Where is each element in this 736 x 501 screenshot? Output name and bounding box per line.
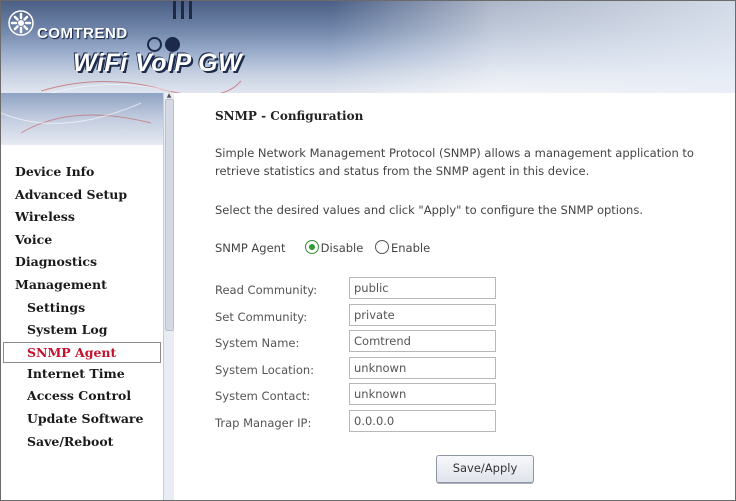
header-sky-graphic	[331, 1, 735, 93]
wave-graphic	[41, 80, 241, 93]
page-description: Simple Network Management Protocol (SNMP…	[215, 146, 694, 178]
disable-radio-label[interactable]: Disable	[321, 241, 364, 255]
system-contact-label: System Contact:	[215, 389, 311, 403]
router-admin-window: COMTREND WiFi VoIP GW Device Info Advanc…	[0, 0, 736, 501]
sidebar-item-system-log[interactable]: System Log	[1, 319, 163, 342]
wave-graphic	[1, 102, 152, 134]
sidebar: Device Info Advanced Setup Wireless Voic…	[1, 145, 163, 500]
scrollbar-thumb[interactable]	[165, 99, 174, 331]
sidebar-item-voice[interactable]: Voice	[1, 229, 163, 252]
sidebar-item-device-info[interactable]: Device Info	[1, 161, 163, 184]
antenna-graphic	[181, 1, 184, 19]
trap-manager-ip-input[interactable]: 0.0.0.0	[349, 409, 496, 432]
brand-name: COMTREND	[37, 25, 128, 42]
main-content: SNMP - Configuration Simple Network Mana…	[174, 93, 735, 500]
set-community-input[interactable]: private	[349, 303, 496, 326]
disable-radio[interactable]	[304, 240, 319, 254]
page-instruction: Select the desired values and click "App…	[215, 203, 643, 217]
sidebar-item-access-control[interactable]: Access Control	[1, 385, 163, 408]
page-title: SNMP - Configuration	[215, 109, 364, 123]
sidebar-item-settings[interactable]: Settings	[1, 297, 163, 320]
system-location-label: System Location:	[215, 362, 315, 377]
system-contact-input[interactable]: unknown	[349, 383, 496, 405]
sidebar-nav: Device Info Advanced Setup Wireless Voic…	[1, 161, 163, 453]
snmp-agent-row: SNMP Agent Disable Enable	[215, 239, 438, 257]
set-community-label: Set Community:	[215, 309, 308, 324]
antenna-graphic	[189, 1, 192, 19]
sidebar-item-management[interactable]: Management	[1, 274, 163, 297]
sidebar-item-wireless[interactable]: Wireless	[1, 206, 163, 229]
snmp-agent-label: SNMP Agent	[215, 241, 286, 255]
save-apply-button[interactable]: Save/Apply	[436, 455, 534, 483]
read-community-label: Read Community:	[215, 283, 318, 297]
sidebar-item-diagnostics[interactable]: Diagnostics	[1, 251, 163, 274]
enable-radio-label[interactable]: Enable	[391, 241, 430, 255]
system-name-label: System Name:	[215, 336, 300, 350]
sidebar-item-snmp-agent[interactable]: SNMP Agent	[3, 341, 161, 363]
system-name-input[interactable]: Comtrend	[349, 330, 496, 352]
sidebar-item-save-reboot[interactable]: Save/Reboot	[1, 431, 163, 454]
sidebar-item-internet-time[interactable]: Internet Time	[1, 363, 163, 386]
header-banner: COMTREND WiFi VoIP GW	[1, 1, 735, 93]
sidebar-header-graphic	[1, 93, 163, 145]
system-location-input[interactable]: unknown	[349, 356, 496, 379]
read-community-input[interactable]: public	[349, 277, 496, 299]
comtrend-logo-icon	[8, 10, 34, 36]
sidebar-item-advanced-setup[interactable]: Advanced Setup	[1, 184, 163, 207]
enable-radio[interactable]	[374, 240, 389, 254]
sidebar-item-update-software[interactable]: Update Software	[1, 408, 163, 431]
antenna-graphic	[173, 1, 176, 19]
trap-manager-ip-label: Trap Manager IP:	[215, 415, 312, 430]
